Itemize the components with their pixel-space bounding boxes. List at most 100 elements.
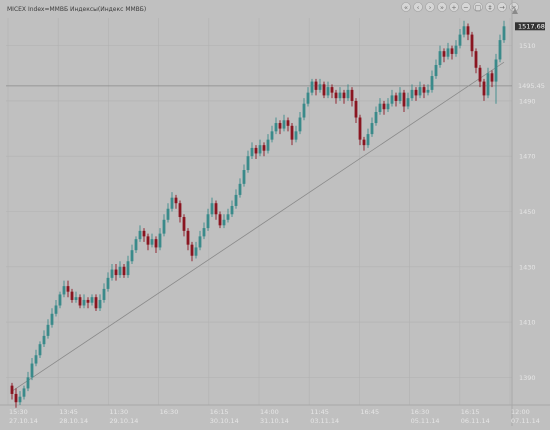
x-tick-date: 29.10.14 [109,417,138,425]
chart-background [0,0,550,426]
candle-body [466,26,470,35]
candle-body [278,123,282,129]
candle-body [494,59,498,82]
candle-body [486,73,490,96]
scale-button[interactable]: ‡ [485,2,495,12]
candle-body [322,84,326,96]
zoom-in-button[interactable]: + [449,2,459,12]
x-tick-time: 13:45 [59,408,78,416]
candle-body [430,76,434,90]
candle-body [350,89,354,101]
y-tick-label: 1450 [519,208,536,216]
candle-body [254,147,258,154]
candle-body [390,95,394,104]
x-tick-date: 07.11.14 [511,417,540,425]
candle-body [30,363,34,378]
candle-body [54,305,58,314]
candle-body [246,156,250,171]
candle-body [74,297,78,300]
candle-body [134,239,138,251]
candle-body [198,236,202,248]
candle-body [422,87,426,93]
candle-body [154,239,158,248]
candle-body [442,51,446,57]
candle-body [250,147,254,157]
candle-body [150,239,154,245]
candle-body [126,261,130,276]
candle-body [206,214,210,229]
candle-body [142,230,146,237]
candle-body [310,81,314,93]
candle-body [242,170,246,184]
candle-body [258,145,262,154]
candle-body [426,89,430,93]
candle-body [42,335,46,345]
candle-body [170,197,174,209]
prev-page-button-glyph: ‹ [417,3,420,11]
candle-body [418,87,422,96]
zoom-out-button[interactable]: − [461,2,471,12]
candle-body [158,233,162,248]
chart-canvas[interactable]: MICEX Index=ММВБ Индексы(Индекс ММВБ) « ‹… [0,0,550,426]
candle-body [18,396,22,403]
candle-body [282,120,286,129]
y-tick-label: 1490 [519,97,536,105]
zoom-out-button-glyph: − [463,3,468,11]
candle-body [166,208,170,220]
scroll-end-button[interactable]: → [497,2,507,12]
candle-body [62,286,66,295]
candle-body [326,87,330,96]
candle-body [450,48,454,54]
next-page-button-glyph: › [429,3,432,11]
candle-body [498,40,502,60]
candle-body [410,89,414,99]
candle-body [46,324,50,336]
candle-body [362,139,366,146]
candle-body [222,219,226,226]
x-tick-time: 16:30 [411,408,430,416]
candle-body [446,48,450,57]
chart[interactable]: MICEX Index=ММВБ Индексы(Индекс ММВБ) « ‹… [0,0,550,426]
candle-body [330,87,334,93]
fit-button[interactable]: □ [473,2,483,12]
candle-body [118,266,122,276]
candle-body [358,117,362,140]
candle-body [470,34,474,52]
prev-page-button[interactable]: ‹ [413,2,423,12]
x-tick-date: 30.10.14 [210,417,239,425]
candle-body [214,203,218,215]
candle-body [162,219,166,234]
candle-body [98,299,102,309]
candle-body [114,269,118,276]
candle-body [10,385,14,394]
candle-body [86,299,90,303]
candle-body [78,297,82,306]
candle-body [186,230,190,245]
x-tick-date: 28.10.14 [59,417,88,425]
current-price-label: 1517.68 [518,23,545,31]
last-page-button[interactable]: » [437,2,447,12]
candle-body [366,134,370,146]
candle-body [138,230,142,240]
candle-body [106,277,110,289]
candle-body [94,297,98,309]
candle-body [378,103,382,112]
candle-body [238,183,242,195]
candle-body [226,214,230,220]
candle-body [490,73,494,82]
candle-body [294,131,298,140]
candle-body [382,103,386,110]
candle-body [354,100,358,118]
x-tick-date: 03.11.14 [310,417,339,425]
x-tick-time: 16:30 [160,408,179,416]
candle-body [110,269,114,278]
next-page-button[interactable]: › [425,2,435,12]
first-page-button[interactable]: « [401,2,411,12]
candle-body [298,117,302,132]
candle-body [194,247,198,256]
x-tick-time: 11:45 [310,408,329,416]
candle-body [102,288,106,300]
candle-body [334,92,338,99]
candle-body [130,250,134,262]
candle-body [122,266,126,276]
